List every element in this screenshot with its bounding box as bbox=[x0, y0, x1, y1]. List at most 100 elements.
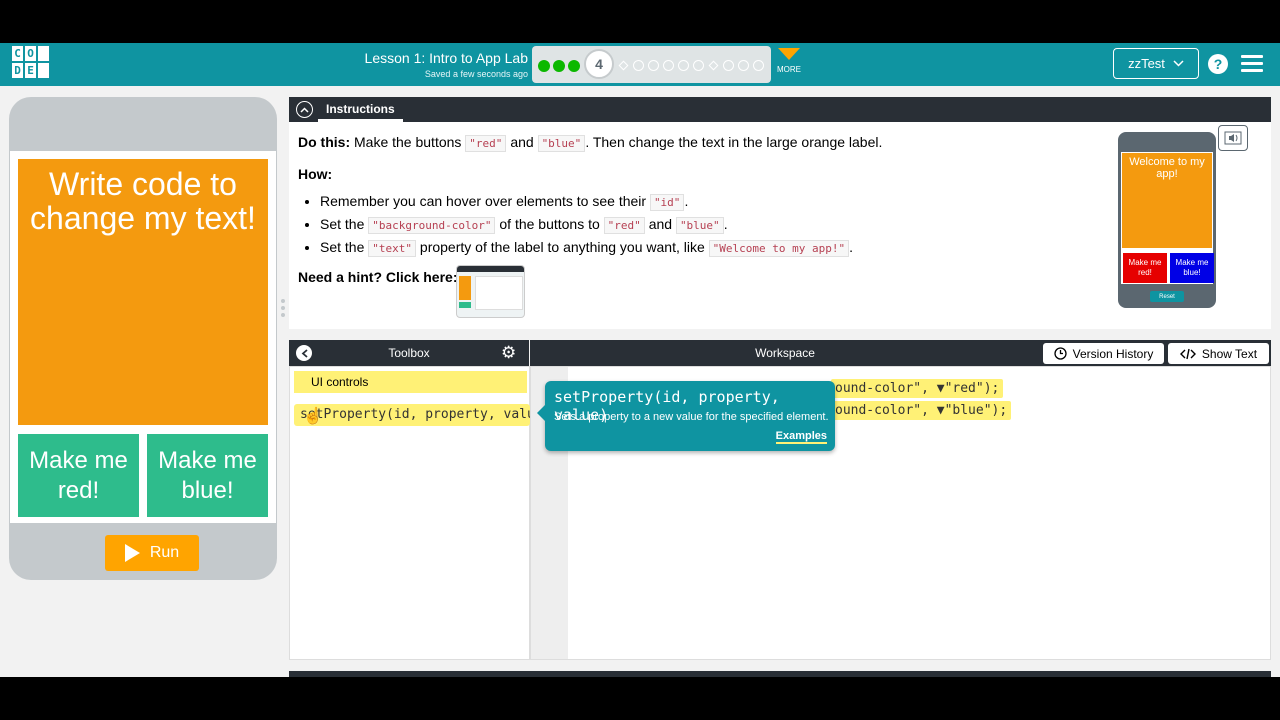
chevron-up-glyph bbox=[300, 106, 309, 113]
example-label: Welcome to my app! bbox=[1122, 153, 1212, 248]
level-bubble[interactable] bbox=[753, 60, 764, 71]
level-bubble[interactable] bbox=[693, 60, 704, 71]
logo-letter: O bbox=[25, 46, 36, 61]
workspace-title: Workspace bbox=[755, 346, 815, 360]
how-label: How: bbox=[298, 166, 333, 182]
tooltip-description: Sets a property to a new value for the s… bbox=[554, 411, 829, 423]
list-item: Set the "background-color" of the button… bbox=[320, 216, 853, 239]
code-line-1[interactable]: ound-color", ▼"red"); bbox=[831, 379, 1004, 398]
code-text: "text" bbox=[368, 240, 417, 257]
instruction-bullets: Remember you can hover over elements to … bbox=[320, 193, 853, 262]
app-preview-phone: Write code to change my text! Make me re… bbox=[9, 97, 277, 580]
chevron-up-icon[interactable] bbox=[296, 101, 313, 118]
clock-icon bbox=[1053, 347, 1067, 360]
bullet-text: property of the label to anything you wa… bbox=[419, 239, 705, 255]
code-blue: "blue" bbox=[675, 217, 724, 234]
bullet-text: . bbox=[684, 193, 689, 209]
level-bubble[interactable] bbox=[723, 60, 734, 71]
make-me-blue-button[interactable]: Make me blue! bbox=[147, 434, 268, 517]
code-line-2[interactable]: ound-color", ▼"blue"); bbox=[831, 401, 1012, 420]
play-icon bbox=[124, 544, 140, 562]
instruction-text: and bbox=[510, 134, 534, 150]
logo-letter: C bbox=[12, 46, 23, 61]
bullet-text: . bbox=[849, 239, 853, 255]
run-button[interactable]: Run bbox=[105, 535, 199, 571]
horizontal-resize-handle[interactable] bbox=[772, 332, 792, 345]
example-app-image: Welcome to my app! Make me red! Make me … bbox=[1118, 132, 1216, 308]
bullet-text: Set the bbox=[320, 239, 365, 255]
code-blue: "blue" bbox=[537, 135, 586, 152]
bullet-text: of the buttons to bbox=[499, 216, 600, 232]
show-text-label: Show Text bbox=[1201, 346, 1258, 361]
horizontal-resize-handle[interactable] bbox=[772, 663, 792, 676]
code-org-logo[interactable]: C O D E bbox=[12, 46, 49, 82]
code-icon bbox=[1179, 348, 1196, 359]
logo-letter bbox=[38, 46, 49, 61]
code-red: "red" bbox=[603, 217, 645, 234]
level-bubble[interactable] bbox=[738, 60, 749, 71]
vertical-resize-handle[interactable] bbox=[281, 299, 285, 319]
lesson-title[interactable]: Lesson 1: Intro to App Lab bbox=[300, 50, 528, 66]
user-menu-button[interactable]: zzTest bbox=[1113, 48, 1199, 79]
show-text-button[interactable]: Show Text bbox=[1168, 343, 1269, 364]
large-orange-label[interactable]: Write code to change my text! bbox=[18, 159, 268, 425]
level-bubble[interactable] bbox=[648, 60, 659, 71]
do-this-line: Do this: Make the buttons "red" and "blu… bbox=[298, 134, 883, 152]
version-history-button[interactable]: Version History bbox=[1043, 343, 1164, 364]
logo-letter bbox=[38, 63, 49, 78]
toolbox-title: Toolbox bbox=[388, 346, 430, 360]
workspace-header: Workspace Version History Show Text bbox=[530, 340, 1271, 366]
bullet-text: and bbox=[648, 216, 673, 232]
help-icon[interactable]: ? bbox=[1208, 54, 1228, 74]
level-bubble-2[interactable] bbox=[553, 60, 565, 72]
hint-label: Need a hint? Click here: bbox=[298, 269, 458, 285]
instruction-text: . Then change the text in the large oran… bbox=[585, 134, 883, 150]
app-lab-page: C O D E Lesson 1: Intro to App Lab Saved… bbox=[0, 43, 1280, 677]
user-name: zzTest bbox=[1128, 56, 1165, 71]
instructions-header: Instructions bbox=[289, 97, 1271, 122]
list-item: Remember you can hover over elements to … bbox=[320, 193, 853, 216]
current-level-bubble[interactable]: 4 bbox=[584, 49, 614, 79]
category-ui-controls[interactable]: UI controls bbox=[294, 371, 527, 393]
level-diamond[interactable] bbox=[708, 60, 719, 71]
code-red: "red" bbox=[465, 135, 507, 152]
instructions-panel: Do this: Make the buttons "red" and "blu… bbox=[289, 122, 1271, 329]
app-screen: Write code to change my text! Make me re… bbox=[10, 151, 276, 523]
gear-icon[interactable]: ⚙ bbox=[501, 343, 516, 363]
debug-console-header bbox=[289, 671, 1271, 677]
logo-letter: E bbox=[25, 63, 36, 78]
bullet-text: . bbox=[723, 216, 728, 232]
level-bubble[interactable] bbox=[678, 60, 689, 71]
version-history-label: Version History bbox=[1072, 346, 1154, 361]
logo-letter: D bbox=[12, 63, 23, 78]
bullet-text: Remember you can hover over elements to … bbox=[320, 193, 647, 209]
level-bubble[interactable] bbox=[633, 60, 644, 71]
code-welcome: "Welcome to my app!" bbox=[708, 240, 850, 257]
saved-status: Saved a few seconds ago bbox=[424, 69, 528, 79]
example-red-button: Make me red! bbox=[1123, 253, 1167, 283]
hand-cursor-icon: ☝ bbox=[303, 408, 323, 425]
chevron-down-icon bbox=[1173, 60, 1184, 67]
level-diamond[interactable] bbox=[618, 60, 629, 71]
chevron-down-icon bbox=[778, 48, 800, 60]
examples-link[interactable]: Examples bbox=[775, 430, 827, 444]
level-bubble-1[interactable] bbox=[538, 60, 550, 72]
toolbox-panel: UI controls setProperty(id, property, va… bbox=[289, 366, 530, 660]
level-bubble[interactable] bbox=[663, 60, 674, 71]
hamburger-menu-icon[interactable] bbox=[1241, 55, 1263, 73]
example-screen: Welcome to my app! Make me red! Make me … bbox=[1121, 152, 1214, 284]
speaker-icon bbox=[1224, 131, 1242, 145]
bullet-text: Set the bbox=[320, 216, 365, 232]
setproperty-block[interactable]: setProperty(id, property, value) bbox=[294, 404, 530, 426]
toolbox-header: Toolbox ⚙ bbox=[289, 340, 529, 366]
make-me-red-button[interactable]: Make me red! bbox=[18, 434, 139, 517]
example-blue-button: Make me blue! bbox=[1170, 253, 1214, 283]
code-id: "id" bbox=[649, 194, 685, 211]
hint-video-thumbnail[interactable] bbox=[456, 265, 525, 318]
more-button[interactable]: MORE bbox=[776, 48, 802, 74]
text-to-speech-icon[interactable] bbox=[1218, 125, 1248, 151]
level-bubble-3[interactable] bbox=[568, 60, 580, 72]
tab-instructions[interactable]: Instructions bbox=[318, 97, 403, 122]
do-this-label: Do this: bbox=[298, 134, 351, 150]
block-tooltip: setProperty(id, property, value) Sets a … bbox=[537, 381, 835, 451]
